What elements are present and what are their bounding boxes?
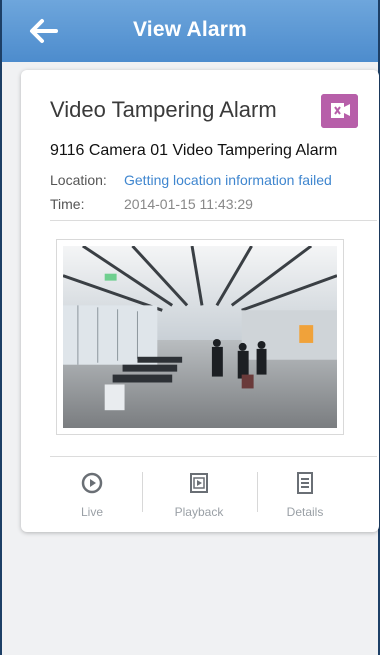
alarm-title: Video Tampering Alarm xyxy=(50,97,277,122)
film-playback-icon xyxy=(190,473,208,493)
details-label: Details xyxy=(286,505,324,519)
play-circle-icon xyxy=(81,472,103,494)
time-label: Time: xyxy=(50,196,85,212)
video-tampering-icon xyxy=(321,94,358,128)
live-label: Live xyxy=(80,505,103,519)
alarm-subtitle: 9116 Camera 01 Video Tampering Alarm xyxy=(50,142,338,159)
alarm-card: Video Tampering Alarm 9116 Camera 01 Vid… xyxy=(21,70,379,532)
location-value[interactable]: Getting location information failed xyxy=(124,172,332,188)
details-button[interactable]: Details xyxy=(255,472,355,519)
time-value: 2014-01-15 11:43:29 xyxy=(124,196,253,212)
document-icon xyxy=(297,472,313,494)
playback-label: Playback xyxy=(174,505,224,519)
divider xyxy=(50,220,377,221)
playback-button[interactable]: Playback xyxy=(149,472,249,519)
separator xyxy=(142,472,143,512)
location-label: Location: xyxy=(50,172,107,188)
page-title: View Alarm xyxy=(132,18,248,41)
app-frame: View Alarm Video Tampering Alarm 9116 Ca… xyxy=(0,0,380,655)
live-button[interactable]: Live xyxy=(42,472,142,519)
divider xyxy=(50,456,377,457)
header-bar: View Alarm xyxy=(2,0,378,62)
snapshot-image xyxy=(62,244,338,428)
alarm-snapshot[interactable] xyxy=(56,239,344,435)
